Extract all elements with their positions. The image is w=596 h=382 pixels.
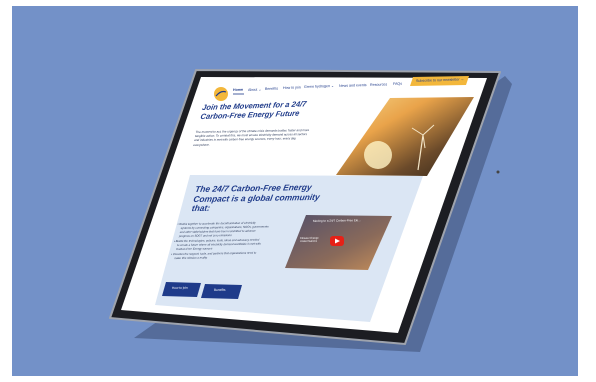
- nav-how-to-join[interactable]: How to join: [283, 85, 301, 90]
- nav-benefits[interactable]: Benefits: [265, 87, 278, 91]
- nav-resources[interactable]: Resources: [370, 82, 387, 87]
- bullet-2: • Builds the technologies, policies, too…: [173, 237, 262, 252]
- bullet-1: • Works together to accelerate the decar…: [177, 220, 269, 238]
- arrow-right-icon: →: [460, 77, 465, 82]
- logo-icon[interactable]: [214, 87, 228, 101]
- bullet-3: • Provides the support, tools, and partn…: [170, 250, 257, 261]
- nav-faqs[interactable]: FAQs: [393, 82, 402, 86]
- video-caption-line2: United Nations: [300, 240, 318, 244]
- benefits-label[interactable]: Benefits: [214, 288, 226, 292]
- nav-home[interactable]: Home: [233, 88, 243, 92]
- video-title[interactable]: Moving to a 24/7 Carbon-Free Ele...: [313, 218, 361, 223]
- nav-about[interactable]: About: [248, 88, 257, 92]
- how-to-join-label[interactable]: How to join: [172, 286, 188, 290]
